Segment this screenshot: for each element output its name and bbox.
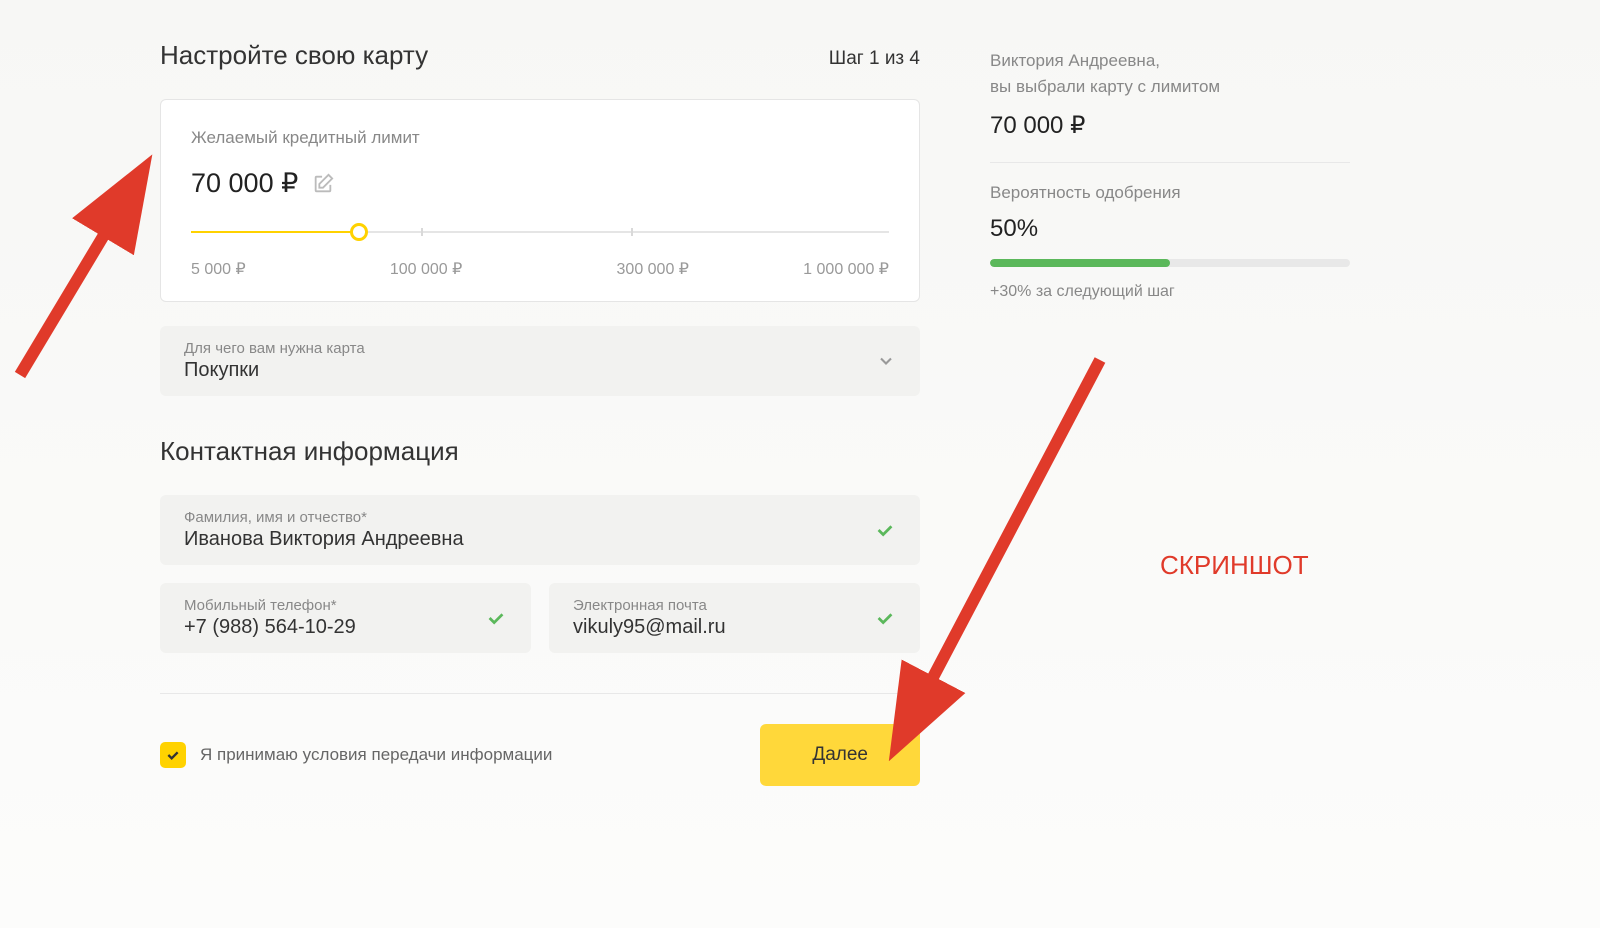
divider	[160, 693, 920, 694]
check-icon	[874, 607, 896, 629]
fullname-label: Фамилия, имя и отчество*	[184, 509, 464, 526]
purpose-value: Покупки	[184, 359, 365, 382]
approval-value: 50%	[990, 215, 1350, 243]
email-field[interactable]: Электронная почта vikuly95@mail.ru	[549, 583, 920, 653]
summary-panel: Виктория Андреевна, вы выбрали карту с л…	[990, 40, 1350, 786]
limit-slider[interactable]	[191, 223, 889, 243]
fullname-field[interactable]: Фамилия, имя и отчество* Иванова Виктори…	[160, 495, 920, 565]
page-title: Настройте свою карту	[160, 40, 428, 71]
phone-field[interactable]: Мобильный телефон* +7 (988) 564-10-29	[160, 583, 531, 653]
step-indicator: Шаг 1 из 4	[829, 48, 920, 70]
consent-label: Я принимаю условия передачи информации	[200, 745, 552, 765]
purpose-select[interactable]: Для чего вам нужна карта Покупки	[160, 326, 920, 396]
purpose-label: Для чего вам нужна карта	[184, 340, 365, 357]
divider	[990, 162, 1350, 163]
chevron-down-icon	[876, 351, 896, 371]
summary-name-line1: Виктория Андреевна,	[990, 48, 1350, 74]
contact-title: Контактная информация	[160, 436, 920, 467]
approval-label: Вероятность одобрения	[990, 183, 1350, 203]
credit-limit-card: Желаемый кредитный лимит 70 000 ₽ 5 00	[160, 99, 920, 302]
limit-label: Желаемый кредитный лимит	[191, 128, 889, 148]
slider-ticks: 5 000 ₽ 100 000 ₽ 300 000 ₽ 1 000 000 ₽	[191, 259, 889, 279]
limit-value: 70 000 ₽	[191, 168, 298, 199]
check-icon	[874, 519, 896, 541]
summary-name-line2: вы выбрали карту с лимитом	[990, 74, 1350, 100]
summary-amount: 70 000 ₽	[990, 111, 1350, 140]
approval-progress	[990, 259, 1350, 267]
email-label: Электронная почта	[573, 597, 726, 614]
next-button[interactable]: Далее	[760, 724, 920, 786]
phone-value: +7 (988) 564-10-29	[184, 616, 356, 639]
slider-handle[interactable]	[350, 223, 368, 241]
consent-checkbox[interactable]	[160, 742, 186, 768]
approval-hint: +30% за следующий шаг	[990, 283, 1350, 301]
fullname-value: Иванова Виктория Андреевна	[184, 528, 464, 551]
email-value: vikuly95@mail.ru	[573, 616, 726, 639]
phone-label: Мобильный телефон*	[184, 597, 356, 614]
edit-icon[interactable]	[312, 173, 334, 195]
annotation-text: СКРИНШОТ	[1160, 550, 1309, 581]
check-icon	[485, 607, 507, 629]
